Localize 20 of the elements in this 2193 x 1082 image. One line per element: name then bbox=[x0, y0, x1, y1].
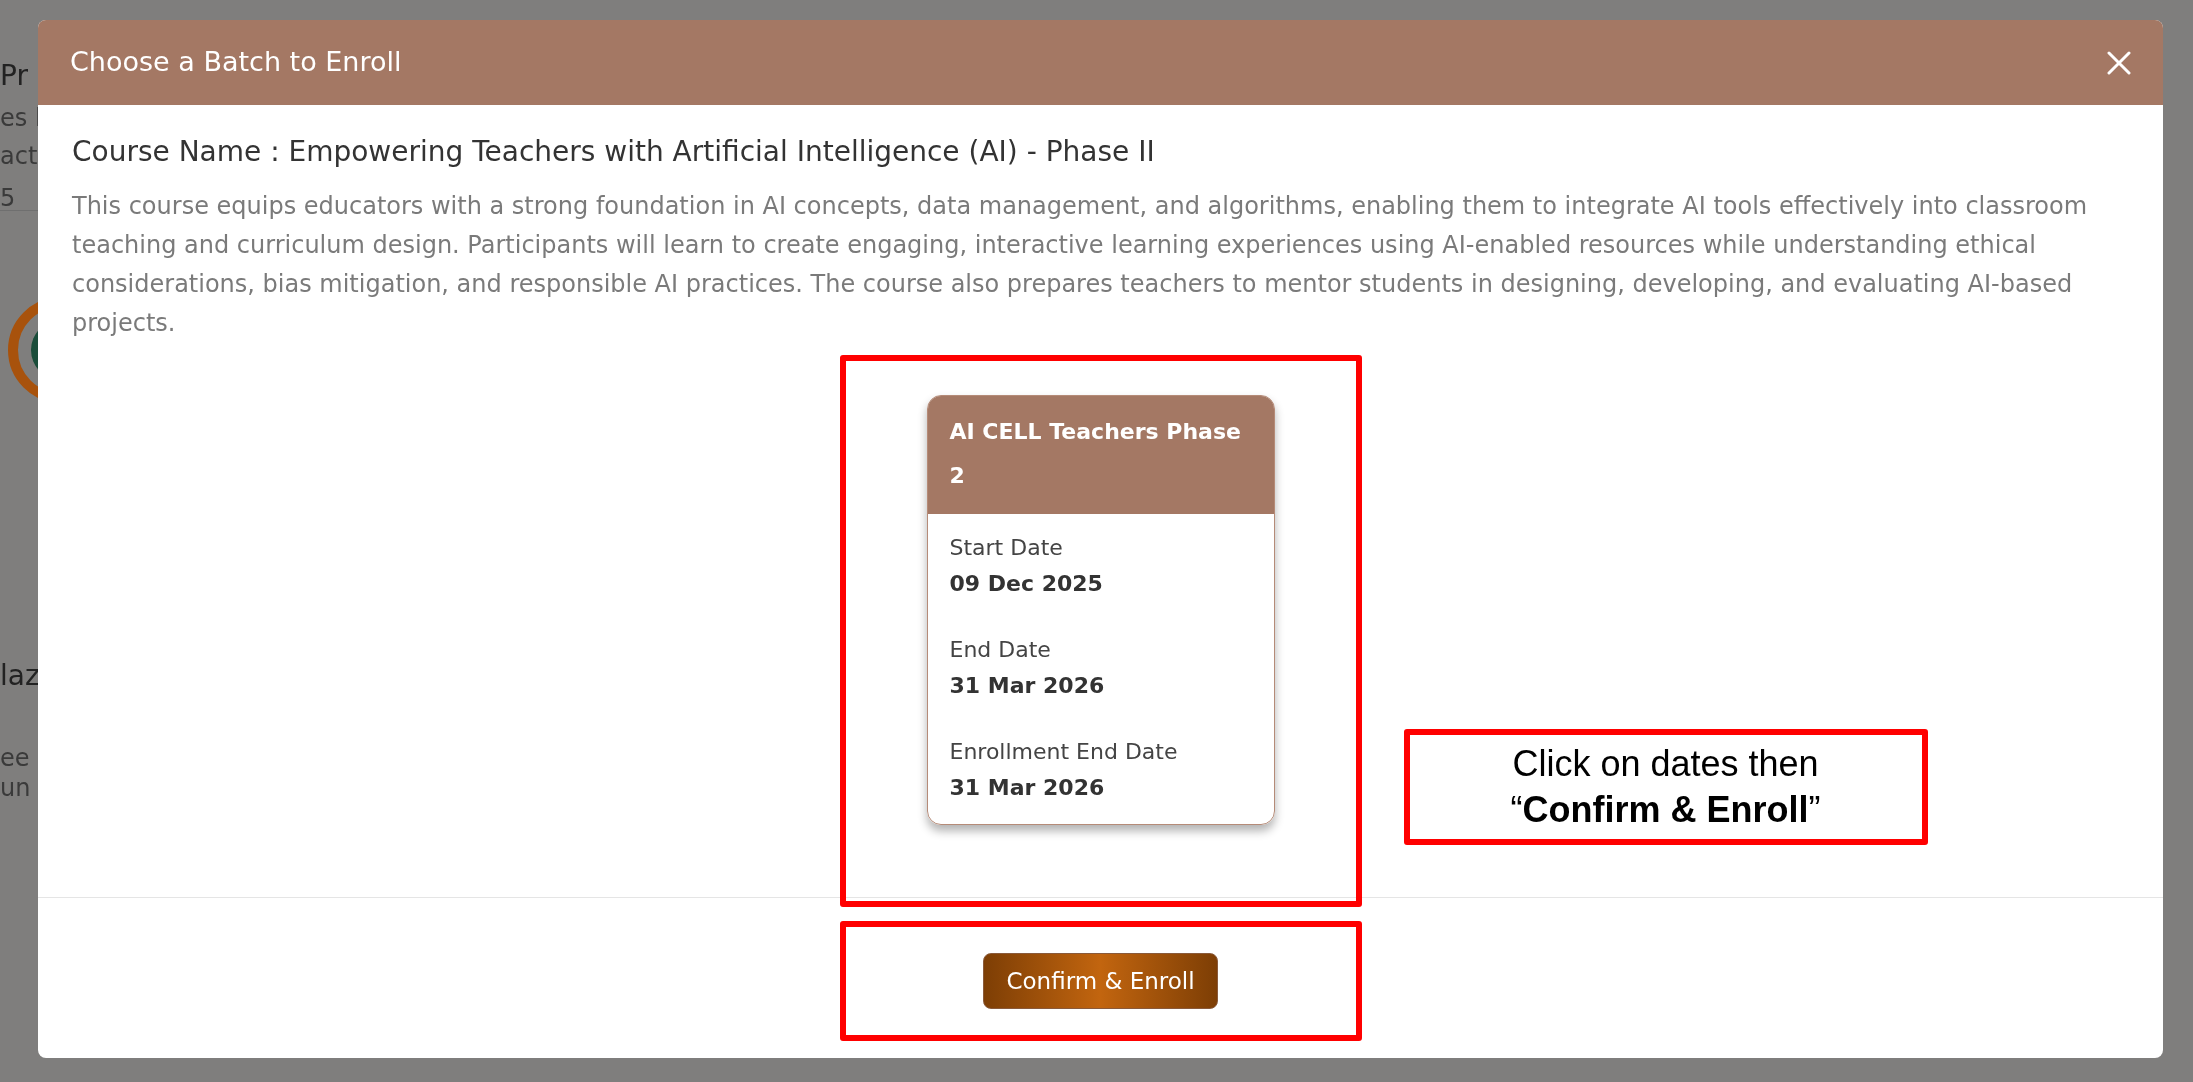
batch-name: AI CELL Teachers Phase 2 bbox=[927, 396, 1274, 514]
background-text: laz bbox=[0, 662, 38, 690]
callout-note: Click on dates then “Confirm & Enroll” bbox=[1403, 729, 1928, 845]
background-text: un bbox=[0, 776, 32, 800]
date-label: End Date bbox=[949, 636, 1052, 664]
batch-card[interactable]: AI CELL Teachers Phase 2 Start Date 09 Dec 2025 End Date 31 Mar 2026 Enrollment End Date 31 Mar 2026 bbox=[926, 395, 1275, 825]
background-text: act bbox=[0, 144, 38, 168]
date-label: Enrollment End Date bbox=[949, 738, 1179, 766]
background-text: Pr bbox=[0, 62, 29, 90]
confirm-enroll-button[interactable]: Confirm & Enroll bbox=[983, 952, 1218, 1010]
date-value: 31 Mar 2026 bbox=[949, 672, 1106, 700]
course-name: Course Name : Empowering Teachers with Artificial Intelligence (AI) - Phase II bbox=[72, 134, 1156, 170]
date-label: Start Date bbox=[949, 534, 1064, 562]
background-text: ee bbox=[0, 746, 31, 770]
course-description: This course equips educators with a strong foundation in AI concepts, data management, and algorithms, enabling them to integrate AI tools effectively into classroom teaching and curriculum design. Participants will learn to create engaging, interactive learning experiences using AI-enabled resources while understanding ethical considerations, bias mitigation, and responsible AI practices. The course also prepares teachers to mentor students in designing, developing, and evaluating AI-based projects. bbox=[72, 191, 2089, 339]
close-icon bbox=[2107, 50, 2131, 75]
date-value: 31 Mar 2026 bbox=[949, 774, 1106, 802]
background-text: 5 bbox=[0, 186, 17, 210]
date-value: 09 Dec 2025 bbox=[949, 570, 1104, 598]
modal-title: Choose a Batch to Enroll bbox=[70, 45, 402, 80]
